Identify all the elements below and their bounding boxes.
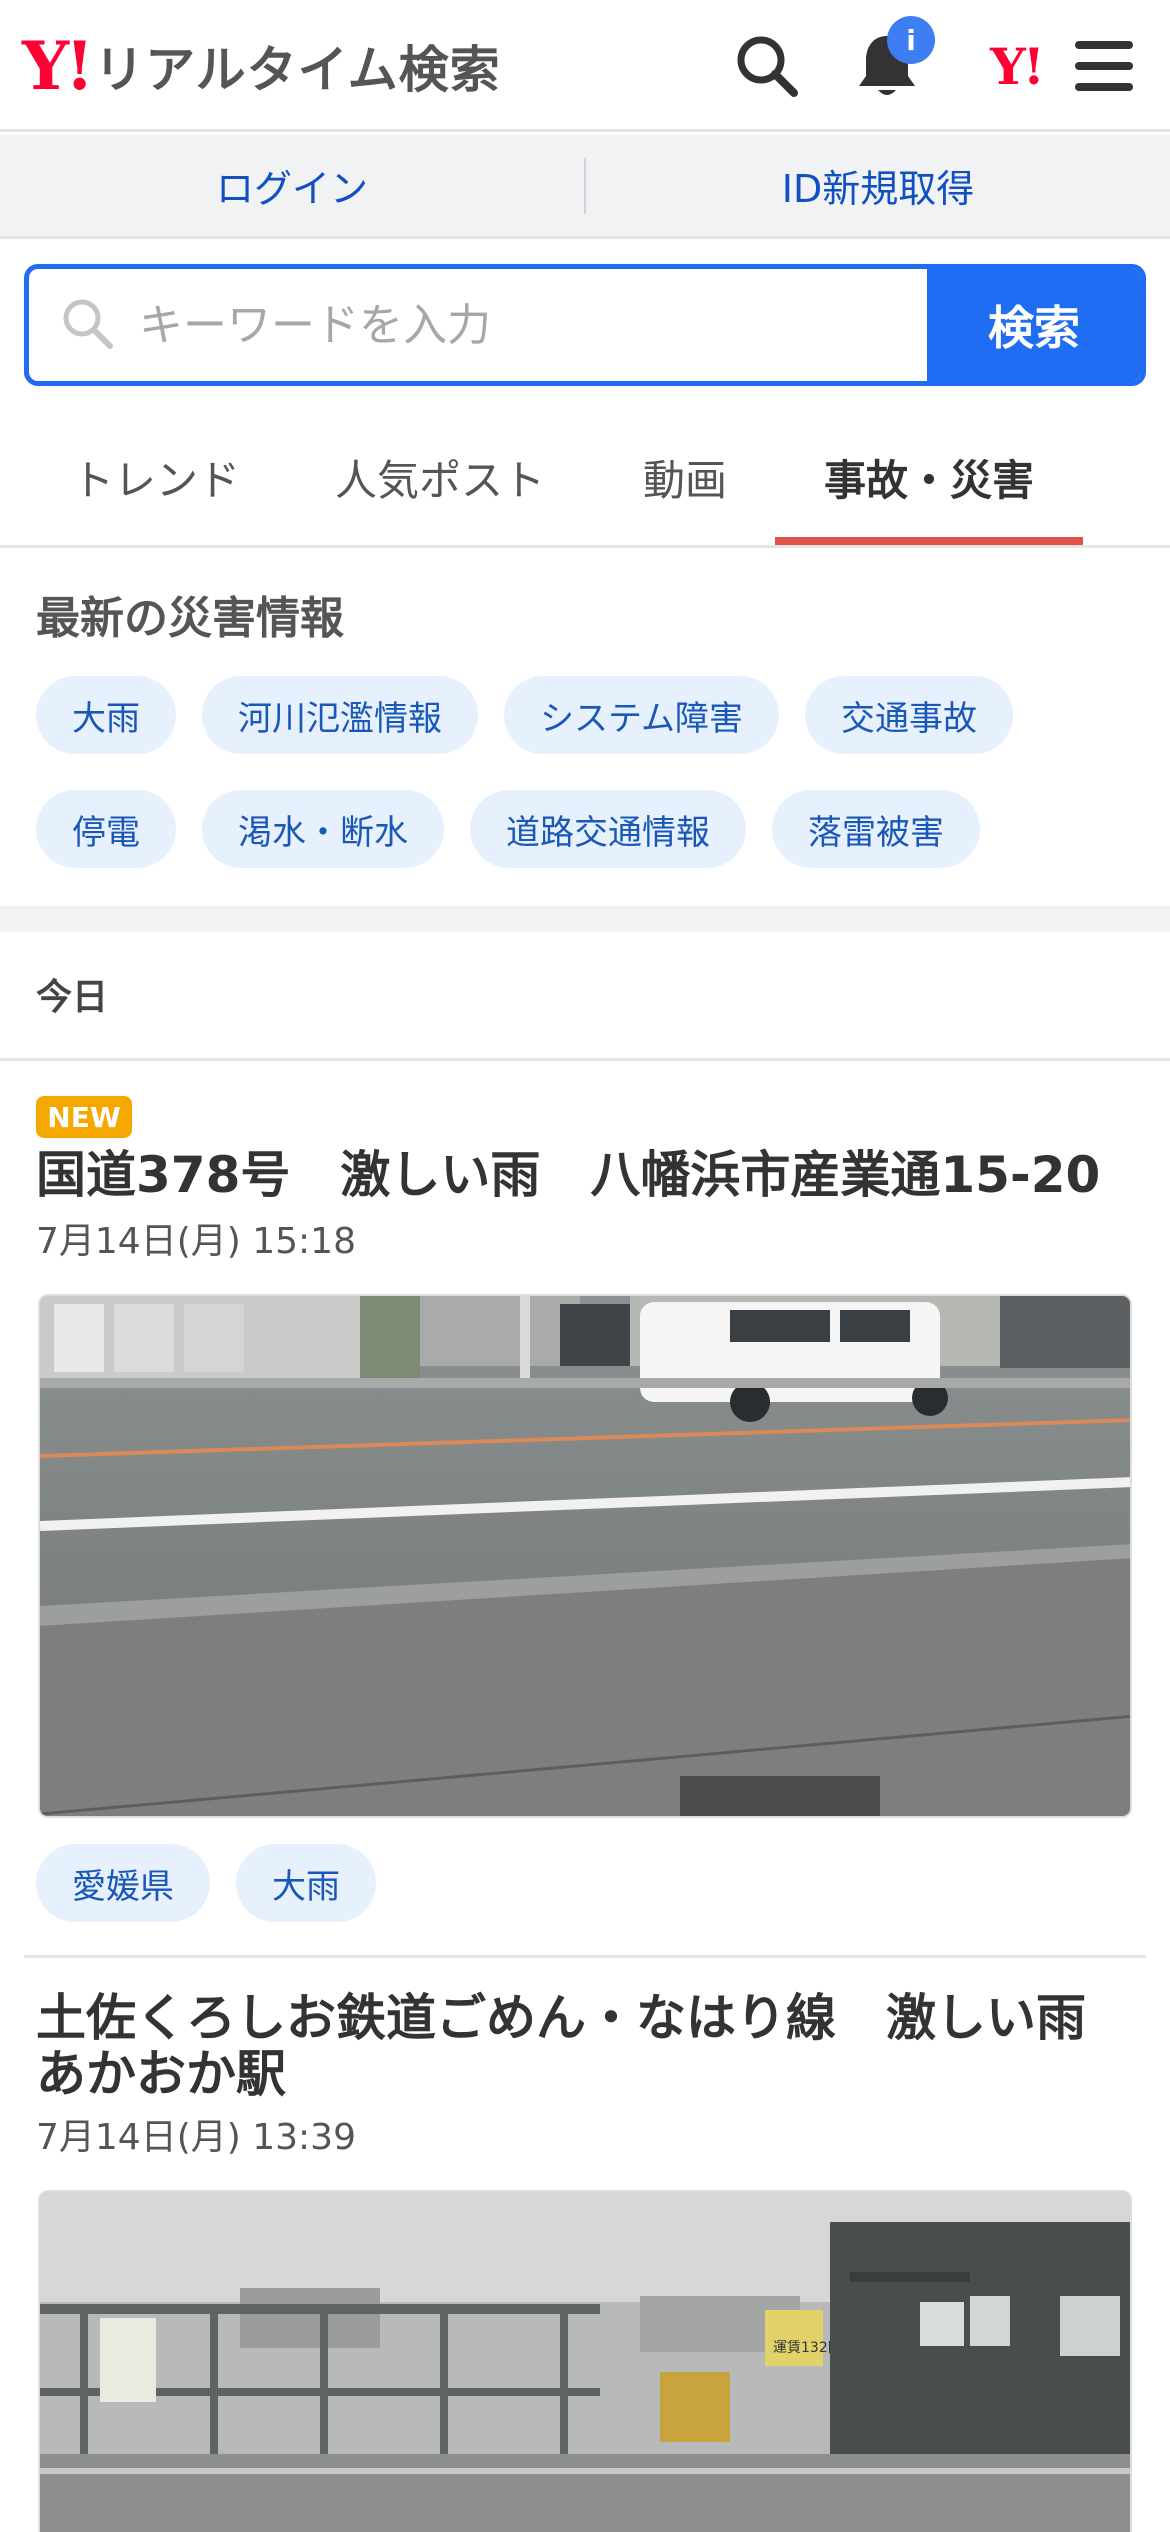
logo-title: リアルタイム検索 — [94, 41, 501, 99]
auth-bar: ログイン ID新規取得 — [0, 135, 1170, 239]
search-field — [29, 269, 927, 381]
disaster-chips-row-1: 大雨 河川氾濫情報 システム障害 交通事故 — [36, 676, 1136, 754]
tab-accident-disaster[interactable]: 事故・災害 — [775, 410, 1083, 545]
chip-lightning-damage[interactable]: 落雷被害 — [772, 790, 980, 868]
notification-bell-icon[interactable]: i — [851, 16, 935, 102]
disaster-chips-row-2: 停電 渇水・断水 道路交通情報 落雷被害 — [36, 790, 1136, 868]
tab-video[interactable]: 動画 — [610, 410, 760, 545]
search-input[interactable] — [139, 299, 839, 351]
article-title-line-2: あかおか駅 — [36, 2045, 286, 2103]
chip-river-flood[interactable]: 河川氾濫情報 — [202, 676, 478, 754]
tab-trend[interactable]: トレンド — [36, 410, 276, 545]
search-input-icon — [59, 295, 115, 355]
yj-logo-text: Y! — [990, 36, 1045, 96]
search-icon[interactable] — [731, 30, 803, 102]
chip-water-shortage[interactable]: 渇水・断水 — [202, 790, 444, 868]
chip-traffic-accident[interactable]: 交通事故 — [804, 676, 1013, 754]
tag-heavy-rain[interactable]: 大雨 — [236, 1844, 376, 1922]
chip-power-outage[interactable]: 停電 — [36, 790, 176, 868]
article-title-line-1: 土佐くろしお鉄道ごめん・なはり線 激しい雨 — [36, 1989, 1086, 2047]
chip-road-traffic[interactable]: 道路交通情報 — [470, 790, 746, 868]
menu-icon[interactable] — [1068, 30, 1140, 102]
article-divider — [24, 1955, 1146, 1958]
tag-ehime[interactable]: 愛媛県 — [36, 1844, 210, 1922]
article-date: 7月14日(月) 13:39 — [36, 2117, 356, 2158]
disaster-info-title: 最新の災害情報 — [36, 593, 344, 644]
article-photo-rainy-station[interactable]: 運賃132円 — [38, 2190, 1132, 2532]
register-link[interactable]: ID新規取得 — [586, 158, 1170, 213]
today-heading: 今日 — [36, 977, 109, 1018]
divider — [0, 1058, 1170, 1061]
chip-heavy-rain[interactable]: 大雨 — [36, 676, 176, 754]
app-header: Y! リアルタイム検索 i Y! — [0, 0, 1170, 132]
article-date: 7月14日(月) 15:18 — [36, 1221, 356, 1262]
search-bar: 検索 — [24, 264, 1146, 386]
notification-badge: i — [887, 16, 935, 64]
yahoo-logo-mark: Y! — [22, 27, 94, 105]
article-tags: 愛媛県 大雨 — [36, 1844, 1136, 1922]
article-photo-rainy-street[interactable] — [38, 1294, 1132, 1818]
login-link[interactable]: ログイン — [0, 158, 584, 213]
chip-system-failure[interactable]: システム障害 — [504, 676, 779, 754]
yahoo-japan-icon[interactable]: Y! — [966, 30, 1066, 102]
yahoo-realtime-logo[interactable]: Y! リアルタイム検索 — [22, 30, 501, 102]
tab-popular-posts[interactable]: 人気ポスト — [310, 410, 570, 545]
search-button[interactable]: 検索 — [927, 269, 1141, 381]
section-divider — [0, 906, 1170, 932]
new-badge: NEW — [36, 1096, 132, 1138]
article-title[interactable]: 国道378号 激しい雨 八幡浜市産業通15-20 — [36, 1147, 1126, 1203]
article-title[interactable]: 土佐くろしお鉄道ごめん・なはり線 激しい雨 あかおか駅 — [36, 1990, 1126, 2102]
category-tabs: トレンド 人気ポスト 動画 事故・災害 — [0, 410, 1170, 548]
